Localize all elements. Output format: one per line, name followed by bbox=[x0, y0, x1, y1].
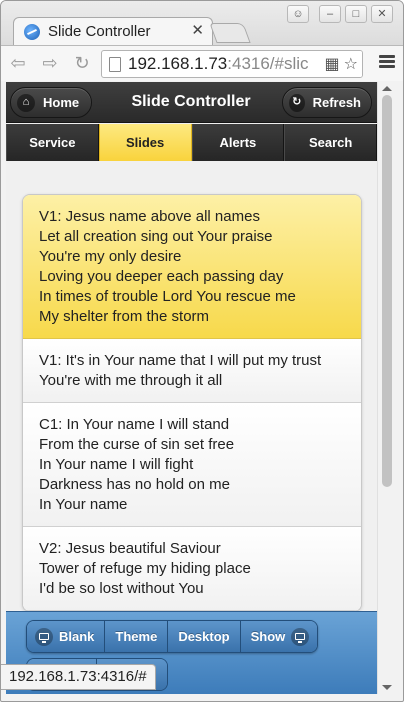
scroll-down-icon[interactable] bbox=[382, 685, 392, 690]
slide-line: Tower of refuge my hiding place bbox=[39, 560, 251, 577]
new-tab-button[interactable] bbox=[209, 23, 251, 43]
tab-search[interactable]: Search bbox=[284, 124, 377, 161]
desktop-button[interactable]: Desktop bbox=[168, 621, 241, 652]
translate-icon[interactable]: ▦ bbox=[325, 54, 340, 74]
user-icon[interactable]: ☺ bbox=[287, 5, 309, 23]
url-path: :4316/#slic bbox=[227, 54, 309, 73]
blank-button[interactable]: Blank bbox=[27, 621, 106, 652]
tab-title: Slide Controller bbox=[48, 23, 151, 40]
menu-icon[interactable] bbox=[379, 55, 395, 69]
address-bar[interactable]: 192.168.1.73:4316/#slic ▦ ☆ bbox=[101, 50, 363, 78]
app-header: ⌂ Home Slide Controller ↻ Refresh bbox=[6, 82, 377, 123]
show-label: Show bbox=[250, 629, 286, 644]
monitor-icon bbox=[35, 627, 53, 646]
refresh-button[interactable]: ↻ Refresh bbox=[282, 87, 372, 118]
page-viewport: ⌂ Home Slide Controller ↻ Refresh Servic… bbox=[6, 82, 395, 694]
slide-line: C1: In Your name I will stand bbox=[39, 416, 230, 433]
maximize-button[interactable]: □ bbox=[345, 5, 367, 23]
status-bubble: 192.168.1.73:4316/# bbox=[1, 664, 156, 690]
bookmark-star-icon[interactable]: ☆ bbox=[344, 54, 358, 74]
close-tab-icon[interactable]: ✕ bbox=[191, 22, 204, 40]
vertical-scrollbar[interactable] bbox=[377, 82, 395, 694]
scroll-thumb[interactable] bbox=[382, 95, 392, 487]
tab-slides[interactable]: Slides bbox=[98, 124, 192, 161]
url-text[interactable]: 192.168.1.73:4316/#slic bbox=[128, 54, 309, 74]
url-host: 192.168.1.73 bbox=[128, 54, 228, 73]
refresh-icon: ↻ bbox=[289, 93, 305, 112]
page-icon bbox=[109, 57, 121, 72]
browser-titlebar: Slide Controller ✕ ☺ – □ ✕ bbox=[1, 1, 403, 45]
slide-line: V1: It's in Your name that I will put my… bbox=[39, 352, 322, 369]
slide-line: You're with me through it all bbox=[39, 372, 223, 389]
favicon-icon bbox=[24, 24, 40, 40]
slide-item[interactable]: V1: Jesus name above all names Let all c… bbox=[23, 195, 361, 339]
home-label: Home bbox=[43, 95, 80, 110]
slide-line: V1: Jesus name above all names bbox=[39, 208, 260, 225]
omnibox-actions: ▦ ☆ bbox=[318, 51, 362, 77]
blank-label: Blank bbox=[59, 629, 95, 644]
home-button[interactable]: ⌂ Home bbox=[10, 87, 92, 118]
slide-item[interactable]: V1: It's in Your name that I will put my… bbox=[23, 339, 361, 403]
slide-line: You're my only desire bbox=[39, 248, 182, 265]
footer-controlgroup: Blank Theme Desktop Show bbox=[26, 620, 319, 653]
tab-service[interactable]: Service bbox=[6, 124, 99, 161]
back-arrow-icon[interactable]: ⇦ bbox=[7, 52, 29, 74]
slide-line: V2: Jesus beautiful Saviour bbox=[39, 540, 221, 557]
slide-list: V1: Jesus name above all names Let all c… bbox=[22, 194, 362, 612]
slide-line: My shelter from the storm bbox=[39, 308, 210, 325]
slide-line: In Your name bbox=[39, 496, 128, 513]
browser-tab[interactable]: Slide Controller ✕ bbox=[13, 17, 213, 45]
refresh-label: Refresh bbox=[312, 95, 361, 110]
reload-icon[interactable]: ↻ bbox=[71, 52, 93, 74]
minimize-button[interactable]: – bbox=[319, 5, 341, 23]
browser-toolbar: ⇦ ⇨ ↻ 192.168.1.73:4316/#slic ▦ ☆ bbox=[1, 45, 403, 81]
slide-line: From the curse of sin set free bbox=[39, 436, 235, 453]
browser-window: Slide Controller ✕ ☺ – □ ✕ ⇦ ⇨ ↻ 192.168… bbox=[0, 0, 404, 702]
slide-line: I'd be so lost without You bbox=[39, 580, 204, 597]
theme-button[interactable]: Theme bbox=[105, 621, 169, 652]
home-icon: ⌂ bbox=[17, 93, 35, 112]
forward-arrow-icon[interactable]: ⇨ bbox=[39, 52, 61, 74]
tab-alerts[interactable]: Alerts bbox=[191, 124, 285, 161]
close-window-button[interactable]: ✕ bbox=[371, 5, 393, 23]
slide-line: Let all creation sing out Your praise bbox=[39, 228, 273, 245]
slide-line: In Your name I will fight bbox=[39, 456, 194, 473]
page-title: Slide Controller bbox=[131, 93, 251, 110]
navbar: Service Slides Alerts Search bbox=[6, 124, 377, 161]
scroll-up-icon[interactable] bbox=[382, 86, 392, 91]
slide-line: In times of trouble Lord You rescue me bbox=[39, 288, 296, 305]
window-controls: ☺ – □ ✕ bbox=[287, 5, 393, 23]
slide-line: Loving you deeper each passing day bbox=[39, 268, 284, 285]
slide-item[interactable]: V2: Jesus beautiful Saviour Tower of ref… bbox=[23, 527, 361, 611]
show-button[interactable]: Show bbox=[240, 621, 318, 652]
monitor-icon bbox=[291, 627, 310, 646]
slide-item[interactable]: C1: In Your name I will stand From the c… bbox=[23, 403, 361, 527]
slide-line: Darkness has no hold on me bbox=[39, 476, 230, 493]
